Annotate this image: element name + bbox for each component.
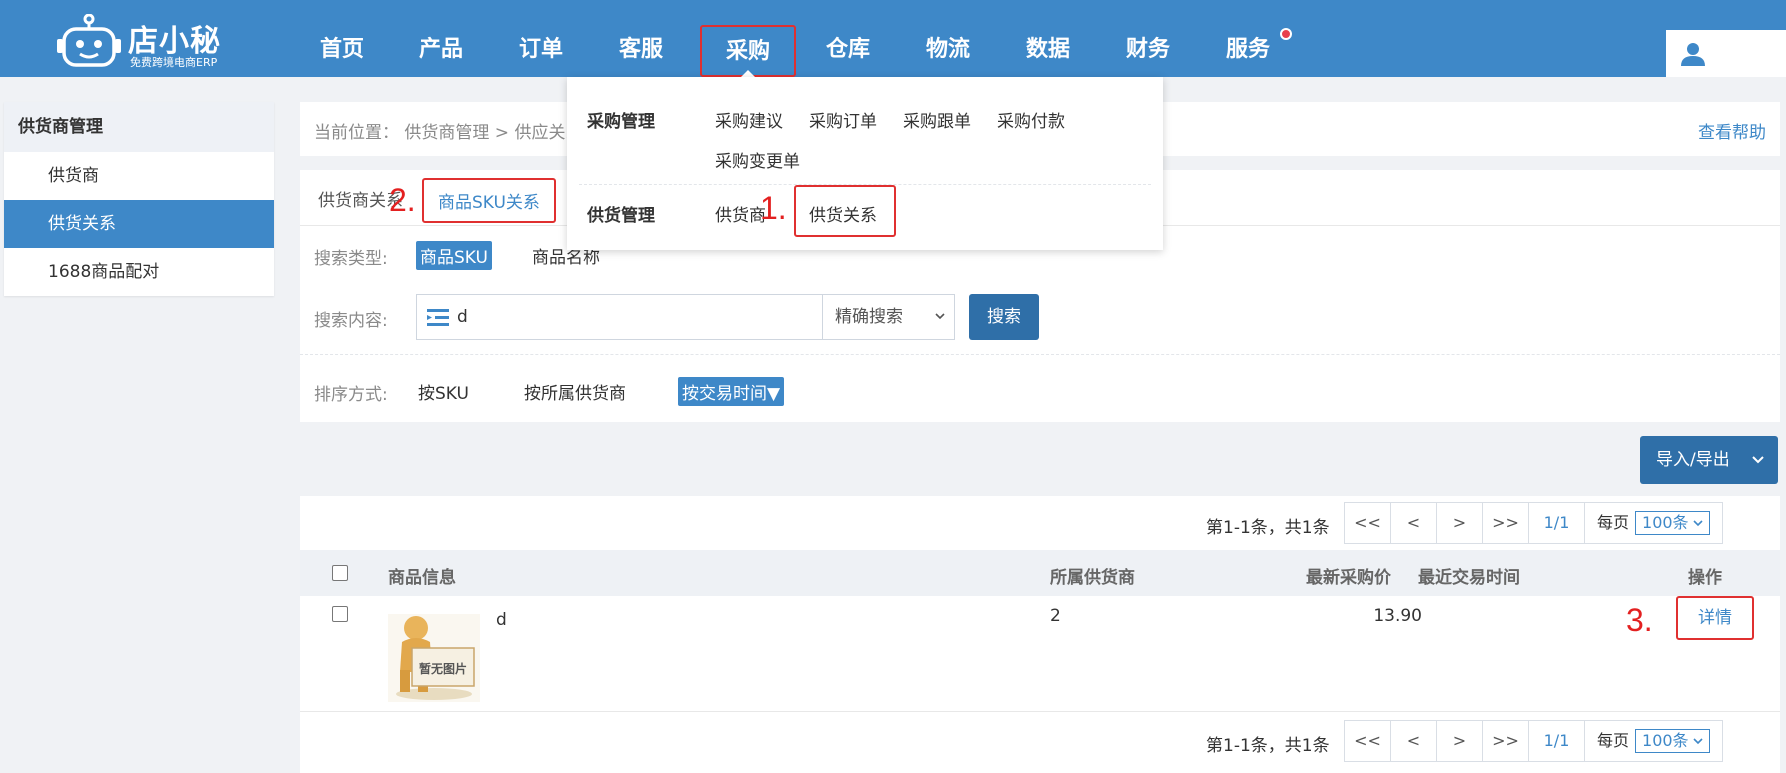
notification-dot (1280, 28, 1292, 40)
col-supplier: 所属供货商 (1050, 568, 1135, 588)
sidebar: 供货商管理 供货商 供货关系 1688商品配对 (4, 102, 274, 296)
breadcrumb: 当前位置： 供货商管理 > 供应关系 (314, 123, 583, 143)
price-value: 13.90 (1373, 606, 1422, 626)
nav-warehouse[interactable]: 仓库 (812, 24, 884, 76)
robot-logo-icon (57, 14, 121, 67)
sidebar-item-suppliers[interactable]: 供货商 (4, 152, 274, 200)
per-page-label: 每页 (1597, 513, 1630, 532)
divider (300, 354, 1780, 355)
annotation-step-3: 3. (1626, 602, 1653, 638)
col-last-trade-time: 最近交易时间 (1418, 568, 1520, 588)
sort-by-supplier[interactable]: 按所属供货商 (520, 377, 630, 406)
pager-summary: 第1-1条，共1条 (1206, 736, 1330, 756)
pager-next-button[interactable]: > (1437, 721, 1483, 761)
menu-purchase-suggestion[interactable]: 采购建议 (715, 107, 783, 132)
pager-first-button[interactable]: << (1345, 721, 1391, 761)
pager-first-button[interactable]: << (1345, 503, 1391, 543)
pager-next-button[interactable]: > (1437, 503, 1483, 543)
nav-orders[interactable]: 订单 (505, 24, 577, 76)
search-type-label: 搜索类型: (314, 249, 388, 269)
search-box: 精确搜索 (416, 294, 955, 340)
sort-label: 排序方式: (314, 385, 388, 405)
annotation-step-1: 1. (760, 190, 787, 226)
pager-summary: 第1-1条，共1条 (1206, 518, 1330, 538)
chevron-down-icon (1692, 520, 1703, 527)
search-content-label: 搜索内容: (314, 311, 388, 331)
nav-purchase[interactable]: 采购 (700, 25, 796, 77)
per-page-select[interactable]: 100条 (1635, 511, 1710, 535)
menu-purchase-order[interactable]: 采购订单 (809, 107, 877, 132)
user-icon (1681, 43, 1705, 66)
nav-data[interactable]: 数据 (1012, 24, 1084, 76)
purchase-dropdown-menu: 采购管理 采购建议 采购订单 采购跟单 采购付款 采购变更单 供货管理 供货商 … (567, 77, 1163, 250)
pager-page-indicator[interactable]: 1/1 (1529, 503, 1585, 543)
menu-group-purchase-management: 采购管理 (587, 112, 655, 132)
help-link[interactable]: 查看帮助 (1698, 118, 1766, 143)
menu-group-supply-management: 供货管理 (587, 206, 655, 226)
per-page-label: 每页 (1597, 731, 1630, 750)
pager-last-button[interactable]: >> (1483, 503, 1529, 543)
per-page: 每页 100条 (1585, 503, 1722, 543)
menu-purchase-payment[interactable]: 采购付款 (997, 107, 1065, 132)
chevron-down-icon (1752, 456, 1764, 464)
row-checkbox[interactable] (332, 606, 348, 622)
pager-top: 第1-1条，共1条 << < > >> 1/1 每页 100条 (1206, 502, 1766, 544)
pager-page-indicator[interactable]: 1/1 (1529, 721, 1585, 761)
per-page: 每页 100条 (1585, 721, 1722, 761)
menu-supply-relations[interactable]: 供货关系 (809, 201, 877, 226)
import-export-button[interactable]: 导入/导出 (1640, 436, 1778, 484)
menu-purchase-change-order[interactable]: 采购变更单 (715, 147, 800, 172)
per-page-select[interactable]: 100条 (1635, 729, 1710, 753)
pager-controls: << < > >> 1/1 每页 100条 (1344, 502, 1723, 544)
sidebar-item-supply-relations[interactable]: 供货关系 (4, 200, 274, 248)
table-header: 商品信息 所属供货商 最新采购价 最近交易时间 操作 (300, 550, 1780, 596)
results-panel: 第1-1条，共1条 << < > >> 1/1 每页 100条 商品信息 所属供… (300, 496, 1780, 773)
col-action: 操作 (1688, 568, 1722, 588)
search-input[interactable] (457, 305, 757, 329)
pager-bottom: 第1-1条，共1条 << < > >> 1/1 每页 100条 (1206, 720, 1766, 762)
col-product-info: 商品信息 (388, 568, 456, 588)
search-mode-value: 精确搜索 (835, 307, 903, 327)
pager-controls: << < > >> 1/1 每页 100条 (1344, 720, 1723, 762)
nav-caret-icon (741, 70, 755, 77)
nav-service[interactable]: 服务 (1212, 24, 1292, 76)
detail-button[interactable]: 详情 (1676, 596, 1754, 640)
sort-by-trade-time[interactable]: 按交易时间▼ (678, 377, 785, 406)
select-all-checkbox[interactable] (332, 565, 348, 581)
nav-home[interactable]: 首页 (306, 24, 378, 76)
top-navbar: 店小秘 免费跨境电商ERP 首页 产品 订单 客服 采购 仓库 物流 数据 财务… (0, 0, 1786, 77)
annotation-step-2: 2. (389, 182, 416, 218)
sort-by-sku[interactable]: 按SKU (414, 377, 473, 406)
chevron-down-icon (1692, 738, 1703, 745)
logo[interactable]: 店小秘 免费跨境电商ERP (56, 6, 236, 69)
logo-subtitle: 免费跨境电商ERP (130, 56, 218, 69)
menu-supplier[interactable]: 供货商 (715, 201, 766, 226)
pager-prev-button[interactable]: < (1391, 721, 1437, 761)
menu-purchase-tracking[interactable]: 采购跟单 (903, 107, 971, 132)
nav-logistics[interactable]: 物流 (912, 24, 984, 76)
table-row: 暂无图片 d 2 13.90 详情 (300, 596, 1780, 712)
chevron-down-icon (935, 313, 945, 320)
pager-prev-button[interactable]: < (1391, 503, 1437, 543)
pager-last-button[interactable]: >> (1483, 721, 1529, 761)
no-image-placeholder: 暂无图片 (388, 614, 480, 702)
col-latest-price: 最新采购价 (1306, 568, 1391, 588)
import-export-label: 导入/导出 (1656, 450, 1730, 470)
sidebar-title: 供货商管理 (4, 102, 274, 152)
svg-text:暂无图片: 暂无图片 (419, 661, 467, 676)
nav-customer-service[interactable]: 客服 (605, 24, 677, 76)
tab-sku-relations[interactable]: 商品SKU关系 (422, 178, 556, 223)
supplier-value: 2 (1050, 606, 1061, 626)
product-name: d (496, 610, 507, 630)
list-filter-icon[interactable] (427, 307, 449, 327)
nav-finance[interactable]: 财务 (1112, 24, 1184, 76)
sidebar-item-1688-matching[interactable]: 1688商品配对 (4, 248, 274, 296)
search-mode-select[interactable]: 精确搜索 (822, 295, 955, 339)
search-type-sku[interactable]: 商品SKU (416, 241, 492, 270)
user-menu[interactable] (1666, 30, 1786, 77)
search-button[interactable]: 搜索 (969, 294, 1039, 340)
nav-products[interactable]: 产品 (405, 24, 477, 76)
